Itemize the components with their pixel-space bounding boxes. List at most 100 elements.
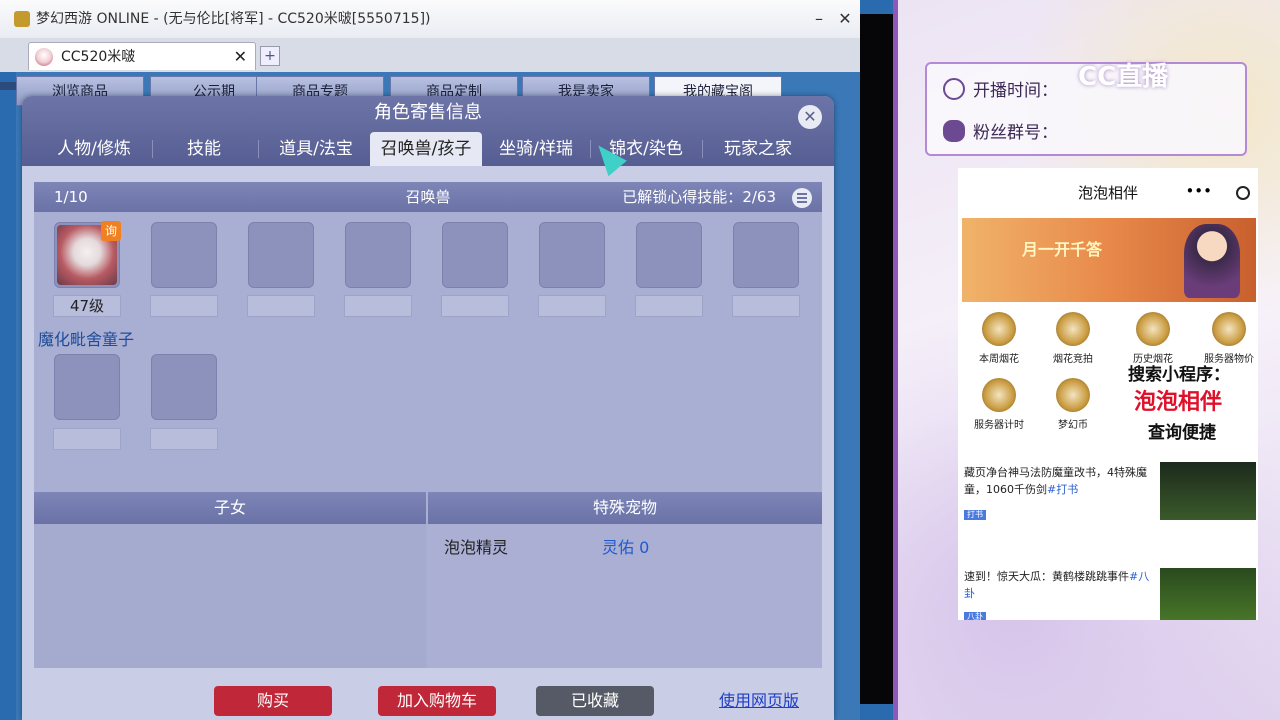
stat-value: 0 bbox=[639, 538, 650, 557]
news-thumbnail bbox=[1160, 462, 1256, 520]
pet-slot[interactable]: 询 bbox=[54, 221, 121, 288]
coin-icon bbox=[1056, 378, 1090, 412]
news-thumbnail bbox=[1160, 568, 1256, 620]
start-time-label: 开播时间： bbox=[973, 81, 1058, 101]
list-icon[interactable] bbox=[792, 188, 812, 208]
empty-slot-label bbox=[732, 295, 800, 317]
grid-item: 服务器计时 bbox=[960, 378, 1038, 431]
record-icon bbox=[1236, 186, 1250, 200]
tab-close-icon[interactable]: ✕ bbox=[234, 43, 247, 71]
empty-slot-label bbox=[150, 428, 218, 450]
browser-tab-label: CC520米啵 bbox=[61, 49, 136, 65]
banner-character bbox=[1184, 224, 1240, 298]
special-pet-stat: 灵佑 0 bbox=[602, 534, 649, 558]
empty-pet-slot bbox=[151, 222, 217, 288]
dialog-close-button[interactable]: ✕ bbox=[798, 105, 822, 129]
game-logo-icon bbox=[14, 11, 30, 27]
empty-pet-slot bbox=[539, 222, 605, 288]
start-time-row: 开播时间： bbox=[943, 76, 1058, 101]
price-icon bbox=[1212, 312, 1246, 346]
grid-label: 服务器计时 bbox=[974, 420, 1024, 431]
tab-separator bbox=[702, 140, 703, 158]
special-pet-name: 泡泡精灵 bbox=[444, 538, 509, 557]
buy-button[interactable]: 购买 bbox=[214, 686, 332, 716]
children-header: 子女 bbox=[34, 492, 426, 524]
app-name: 泡泡相伴 bbox=[1134, 390, 1223, 415]
empty-slot-label bbox=[538, 295, 606, 317]
window-close-button[interactable]: ✕ bbox=[834, 8, 856, 30]
unlock-skills-label: 已解锁心得技能： bbox=[622, 188, 743, 206]
empty-pet-slot bbox=[636, 222, 702, 288]
tab-skills[interactable]: 技能 bbox=[162, 132, 246, 166]
unlock-skills: 已解锁心得技能：2/63 bbox=[622, 182, 776, 212]
news-chip: 八卦 bbox=[964, 612, 986, 620]
role-sale-dialog: 角色寄售信息 ✕ 人物/修炼 技能 道具/法宝 召唤兽/孩子 坐骑/祥瑞 锦衣/… bbox=[22, 96, 834, 720]
capture-edge bbox=[860, 14, 893, 704]
dialog-title: 角色寄售信息 bbox=[374, 102, 482, 123]
timer-icon bbox=[982, 378, 1016, 412]
ad-banner: 月一开千答 bbox=[962, 218, 1256, 302]
news-item: 速到！惊天大瓜：黄鹤楼跳跳事件#八卦 bbox=[964, 568, 1156, 602]
search-hint: 搜索小程序： bbox=[1128, 365, 1230, 385]
pets-panel-header: 1/10 召唤兽 已解锁心得技能：2/63 bbox=[34, 182, 822, 212]
minimize-button[interactable]: – bbox=[808, 8, 830, 30]
game-capture-frame: 梦幻西游 ONLINE - (无与伦比[将军] - CC520米啵[555071… bbox=[0, 0, 898, 720]
cc-logo: CC直播 bbox=[1078, 62, 1169, 92]
grid-item: 本周烟花 bbox=[960, 312, 1038, 365]
empty-pet-slot bbox=[442, 222, 508, 288]
news-tag: #打书 bbox=[1047, 483, 1079, 496]
news-text: 速到！惊天大瓜：黄鹤楼跳跳事件 bbox=[964, 570, 1129, 583]
window-titlebar: 梦幻西游 ONLINE - (无与伦比[将军] - CC520米啵[555071… bbox=[0, 0, 860, 38]
fans-label: 粉丝群号： bbox=[973, 123, 1058, 143]
empty-pet-slot bbox=[248, 222, 314, 288]
phone-ad: 泡泡相伴 ••• 月一开千答 本周烟花 烟花竞拍 历史烟花 服务器物价 服务器计… bbox=[958, 168, 1258, 620]
tab-mounts[interactable]: 坐骑/祥瑞 bbox=[488, 132, 584, 166]
tab-avatar-icon bbox=[35, 48, 53, 66]
favorited-button[interactable]: 已收藏 bbox=[536, 686, 654, 716]
tab-items[interactable]: 道具/法宝 bbox=[268, 132, 364, 166]
banner-text: 月一开千答 bbox=[1022, 240, 1103, 259]
grid-item: 烟花竞拍 bbox=[1034, 312, 1112, 365]
left-edge bbox=[0, 82, 16, 90]
lower-section: 子女 特殊宠物 泡泡精灵 灵佑 0 bbox=[34, 492, 822, 668]
slogan: 查询便捷 bbox=[1148, 423, 1216, 443]
browser-tab-row: CC520米啵 ✕ + bbox=[0, 38, 860, 90]
grid-item: 历史烟花 bbox=[1114, 312, 1192, 365]
tab-pets[interactable]: 召唤兽/孩子 bbox=[370, 132, 482, 166]
empty-pet-slot bbox=[345, 222, 411, 288]
tab-character[interactable]: 人物/修炼 bbox=[44, 132, 144, 166]
pet-level: 47级 bbox=[53, 295, 121, 317]
tab-separator bbox=[258, 140, 259, 158]
fans-row: 粉丝群号： bbox=[943, 118, 1058, 143]
empty-pet-slot bbox=[733, 222, 799, 288]
empty-slot-label bbox=[150, 295, 218, 317]
empty-pet-slot bbox=[151, 354, 217, 420]
auction-icon bbox=[1056, 312, 1090, 346]
tab-player-home[interactable]: 玩家之家 bbox=[708, 132, 808, 166]
children-list bbox=[34, 524, 426, 668]
unlock-skills-value: 2/63 bbox=[742, 188, 776, 206]
more-icon: ••• bbox=[1185, 182, 1212, 200]
ad-title: 泡泡相伴 bbox=[1077, 184, 1138, 202]
grid-label: 本周烟花 bbox=[979, 354, 1019, 365]
empty-slot-label bbox=[344, 295, 412, 317]
empty-slot-label bbox=[247, 295, 315, 317]
empty-slot-label bbox=[53, 428, 121, 450]
empty-pet-slot bbox=[54, 354, 120, 420]
empty-slot-label bbox=[635, 295, 703, 317]
history-icon bbox=[1136, 312, 1170, 346]
special-pet-header: 特殊宠物 bbox=[428, 492, 822, 524]
new-tab-button[interactable]: + bbox=[260, 46, 280, 66]
tab-separator bbox=[152, 140, 153, 158]
grid-label: 烟花竞拍 bbox=[1053, 354, 1093, 365]
pet-name[interactable]: 魔化毗舍童子 bbox=[38, 326, 134, 350]
stat-label: 灵佑 bbox=[602, 538, 635, 557]
grid-label: 梦幻币 bbox=[1058, 420, 1088, 431]
firework-icon bbox=[982, 312, 1016, 346]
group-icon bbox=[943, 120, 965, 142]
web-version-link[interactable]: 使用网页版 bbox=[694, 686, 824, 716]
browser-tab[interactable]: CC520米啵 ✕ bbox=[28, 42, 256, 70]
news-chip: 打书 bbox=[964, 510, 986, 520]
add-cart-button[interactable]: 加入购物车 bbox=[378, 686, 496, 716]
clock-icon bbox=[943, 78, 965, 100]
